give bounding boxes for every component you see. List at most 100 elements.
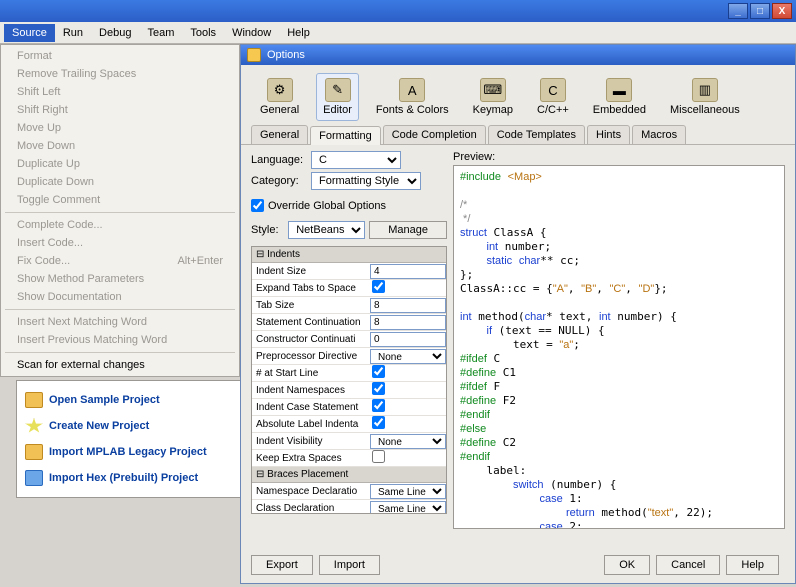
prop-value-input[interactable] xyxy=(372,399,385,412)
cat-fonts[interactable]: AFonts & Colors xyxy=(369,73,456,121)
gear-icon: ⚙ xyxy=(267,78,293,102)
mi-shift-right[interactable]: Shift Right xyxy=(1,101,239,119)
menu-run[interactable]: Run xyxy=(55,24,91,42)
property-list[interactable]: ⊟ Indents Indent Size Expand Tabs to Space… xyxy=(251,246,447,514)
cat-ccpp[interactable]: CC/C++ xyxy=(530,73,576,121)
menu-tools[interactable]: Tools xyxy=(182,24,224,42)
mi-format[interactable]: Format xyxy=(1,47,239,65)
subtab-macros[interactable]: Macros xyxy=(632,125,686,144)
prop-group-header: ⊟ Braces Placement xyxy=(252,467,446,483)
minimize-button[interactable]: _ xyxy=(728,3,748,19)
subtab-general[interactable]: General xyxy=(251,125,308,144)
prop-value-input[interactable] xyxy=(370,298,446,313)
prop-name: Indent Size xyxy=(252,266,370,277)
mi-duplicate-down[interactable]: Duplicate Down xyxy=(1,173,239,191)
export-button[interactable]: Export xyxy=(251,555,313,575)
subtab-templates[interactable]: Code Templates xyxy=(488,125,585,144)
cat-embedded[interactable]: ▬Embedded xyxy=(586,73,653,121)
mi-move-down[interactable]: Move Down xyxy=(1,137,239,155)
style-select[interactable]: NetBeans xyxy=(288,221,365,239)
menu-debug[interactable]: Debug xyxy=(91,24,139,42)
cat-keymap[interactable]: ⌨Keymap xyxy=(466,73,520,121)
prop-value-input[interactable] xyxy=(370,315,446,330)
maximize-button[interactable]: □ xyxy=(750,3,770,19)
mi-shift-left[interactable]: Shift Left xyxy=(1,83,239,101)
mi-insert-code[interactable]: Insert Code... xyxy=(1,234,239,252)
subtab-completion[interactable]: Code Completion xyxy=(383,125,486,144)
prop-value-input[interactable]: Same Line xyxy=(370,501,446,515)
prop-name: Statement Continuation xyxy=(252,317,370,328)
import-button[interactable]: Import xyxy=(319,555,380,575)
prop-row: Constructor Continuati xyxy=(252,331,446,348)
prop-row: Indent Case Statement xyxy=(252,399,446,416)
cpp-icon: C xyxy=(540,78,566,102)
mi-show-method-params[interactable]: Show Method Parameters xyxy=(1,270,239,288)
mi-show-documentation[interactable]: Show Documentation xyxy=(1,288,239,306)
options-title: Options xyxy=(267,49,305,61)
mi-insert-next-match[interactable]: Insert Next Matching Word xyxy=(1,313,239,331)
ok-button[interactable]: OK xyxy=(604,555,650,575)
prop-value-input[interactable]: None xyxy=(370,434,446,449)
prop-row: Indent Size xyxy=(252,263,446,280)
mi-scan-external[interactable]: Scan for external changes xyxy=(1,356,239,374)
mi-fix-code[interactable]: Fix Code...Alt+Enter xyxy=(1,252,239,270)
prop-value-input[interactable] xyxy=(372,280,385,293)
source-menu-dropdown: Format Remove Trailing Spaces Shift Left… xyxy=(0,44,240,377)
prop-row: Tab Size xyxy=(252,297,446,314)
cancel-button[interactable]: Cancel xyxy=(656,555,720,575)
hex-icon xyxy=(25,470,43,486)
prop-value-input[interactable] xyxy=(372,450,385,463)
language-select[interactable]: C xyxy=(311,151,401,169)
cat-misc[interactable]: ▥Miscellaneous xyxy=(663,73,747,121)
prop-value-input[interactable] xyxy=(372,416,385,429)
menu-window[interactable]: Window xyxy=(224,24,279,42)
options-titlebar: Options xyxy=(241,45,795,65)
prop-group-header: ⊟ Indents xyxy=(252,247,446,263)
prop-row: Indent Namespaces xyxy=(252,382,446,399)
subtab-formatting[interactable]: Formatting xyxy=(310,126,381,145)
prop-row: Statement Continuation xyxy=(252,314,446,331)
options-icon xyxy=(247,48,261,62)
prop-value-input[interactable]: Same Line xyxy=(370,484,446,499)
prop-name: Absolute Label Indenta xyxy=(252,419,370,430)
prop-value-input[interactable] xyxy=(372,365,385,378)
menu-help[interactable]: Help xyxy=(279,24,318,42)
menu-source[interactable]: Source xyxy=(4,24,55,42)
menu-team[interactable]: Team xyxy=(139,24,182,42)
menu-separator xyxy=(5,309,235,310)
cat-general[interactable]: ⚙General xyxy=(253,73,306,121)
prop-value-input[interactable] xyxy=(372,382,385,395)
prop-value-input[interactable] xyxy=(370,332,446,347)
mi-complete-code[interactable]: Complete Code... xyxy=(1,216,239,234)
proj-import-legacy[interactable]: Import MPLAB Legacy Project xyxy=(21,439,236,465)
prop-name: Preprocessor Directive xyxy=(252,351,370,362)
mi-move-up[interactable]: Move Up xyxy=(1,119,239,137)
style-label: Style: xyxy=(251,224,284,236)
prop-row: Class DeclarationSame Line xyxy=(252,500,446,514)
preview-code: #include <Map> /* */ struct ClassA { int… xyxy=(453,165,785,529)
subtab-hints[interactable]: Hints xyxy=(587,125,630,144)
prop-value-input[interactable] xyxy=(370,264,446,279)
mi-duplicate-up[interactable]: Duplicate Up xyxy=(1,155,239,173)
close-button[interactable]: X xyxy=(772,3,792,19)
prop-row: Namespace DeclaratioSame Line xyxy=(252,483,446,500)
mi-remove-trailing[interactable]: Remove Trailing Spaces xyxy=(1,65,239,83)
override-global-checkbox[interactable] xyxy=(251,199,264,212)
cat-editor[interactable]: ✎Editor xyxy=(316,73,359,121)
mi-toggle-comment[interactable]: Toggle Comment xyxy=(1,191,239,209)
proj-import-hex[interactable]: Import Hex (Prebuilt) Project xyxy=(21,465,236,491)
proj-open-sample[interactable]: Open Sample Project xyxy=(21,387,236,413)
folder-icon xyxy=(25,444,43,460)
prop-value-input[interactable]: None xyxy=(370,349,446,364)
manage-button[interactable]: Manage xyxy=(369,221,447,239)
category-select[interactable]: Formatting Style xyxy=(311,172,421,190)
prop-name: Indent Case Statement xyxy=(252,402,370,413)
mi-insert-prev-match[interactable]: Insert Previous Matching Word xyxy=(1,331,239,349)
prop-row: Expand Tabs to Space xyxy=(252,280,446,297)
proj-create-new[interactable]: Create New Project xyxy=(21,413,236,439)
preview-column: Preview: #include <Map> /* */ struct Cla… xyxy=(453,151,785,529)
prop-name: Indent Visibility xyxy=(252,436,370,447)
help-button[interactable]: Help xyxy=(726,555,779,575)
misc-icon: ▥ xyxy=(692,78,718,102)
prop-row: Keep Extra Spaces xyxy=(252,450,446,467)
